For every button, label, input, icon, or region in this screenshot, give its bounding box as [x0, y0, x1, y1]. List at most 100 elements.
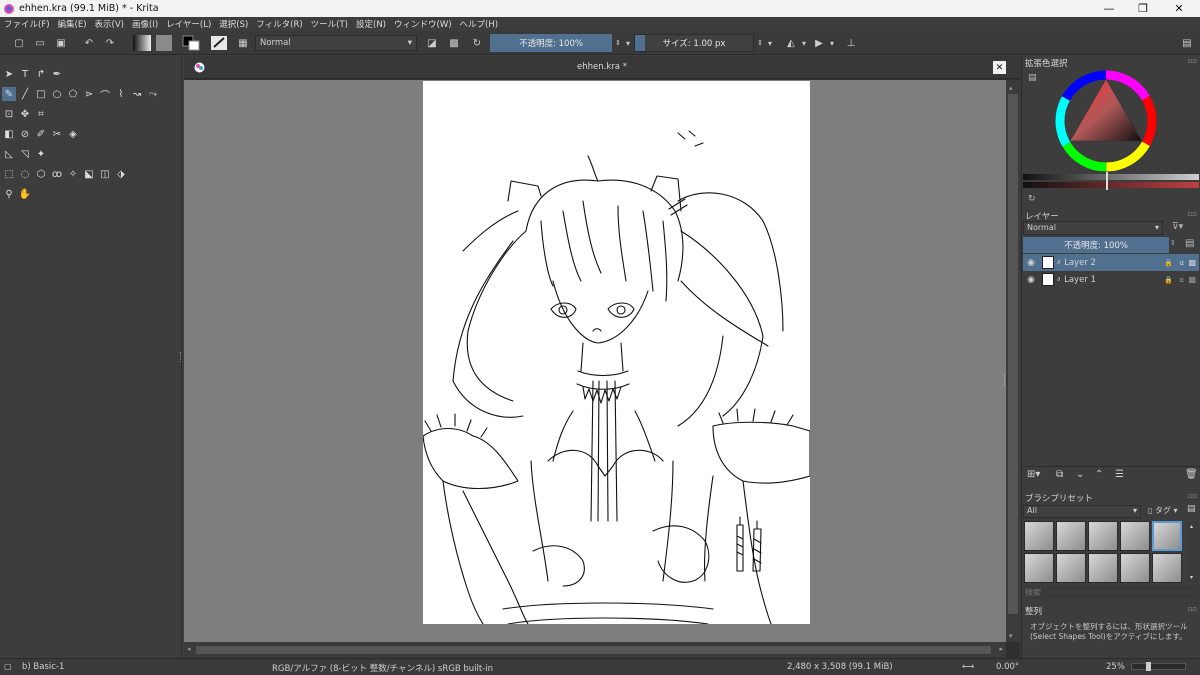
move-tool-icon[interactable]: ✥: [18, 107, 32, 121]
size-slider[interactable]: サイズ: 1.00 px: [634, 34, 754, 52]
eraser-icon[interactable]: ◪: [425, 35, 439, 51]
brush-preset-sketch[interactable]: [1120, 553, 1150, 583]
brush-preset-pen[interactable]: [1056, 521, 1086, 551]
rectangular-selection-tool-icon[interactable]: ⬚: [2, 167, 16, 181]
zoom-slider-handle[interactable]: [1146, 662, 1151, 671]
zoom-tool-icon[interactable]: ⚲: [2, 187, 16, 201]
layer-name[interactable]: Layer 2: [1064, 258, 1096, 268]
menu-tools[interactable]: ツール(T): [311, 18, 348, 30]
layer-name[interactable]: Layer 1: [1064, 275, 1096, 285]
assistant-tool-icon[interactable]: ◺: [2, 147, 16, 161]
new-document-icon[interactable]: ▢: [12, 35, 26, 51]
redo-icon[interactable]: ↷: [103, 35, 117, 51]
gradient-tool-icon[interactable]: ◧: [2, 127, 16, 141]
maximize-button[interactable]: ❐: [1126, 0, 1160, 17]
brush-preset-airbrush[interactable]: [1024, 521, 1054, 551]
layer-opacity-slider[interactable]: 不透明度: 100%: [1023, 237, 1169, 253]
undo-icon[interactable]: ↶: [82, 35, 96, 51]
document-tab-title[interactable]: ehhen.kra *: [184, 62, 1020, 72]
opacity-slider[interactable]: 不透明度: 100%: [490, 34, 612, 52]
brush-preset-icon[interactable]: [210, 35, 228, 51]
bezier-selection-tool-icon[interactable]: ◫: [98, 167, 112, 181]
zoom-slider[interactable]: [1131, 662, 1186, 671]
gradient-swatch[interactable]: [133, 35, 151, 51]
select-shapes-tool-icon[interactable]: ➤: [2, 67, 16, 81]
vertical-scroll-thumb[interactable]: [1008, 94, 1018, 614]
minimize-button[interactable]: —: [1092, 0, 1126, 17]
tool-options-icon[interactable]: ▤: [1180, 35, 1194, 51]
layers-docker-controls[interactable]: ▫▫: [1188, 210, 1198, 218]
color-history-icon[interactable]: ↻: [1028, 194, 1036, 204]
menu-settings[interactable]: 設定(N): [356, 18, 386, 30]
horizontal-scrollbar[interactable]: ◂ ▸: [184, 642, 1006, 658]
grid-icon[interactable]: ▦: [235, 35, 251, 51]
scroll-up-icon[interactable]: ▴: [1190, 523, 1193, 530]
open-folder-icon[interactable]: ▭: [33, 35, 47, 51]
color-wheel[interactable]: [1052, 67, 1160, 175]
scroll-left-icon[interactable]: ◂: [187, 645, 191, 653]
color-docker-controls[interactable]: ▫▫: [1188, 57, 1198, 65]
color-sampler-tool-icon[interactable]: ⊘: [18, 127, 32, 141]
contiguous-selection-tool-icon[interactable]: ✧: [66, 167, 80, 181]
alpha-lock-icon[interactable]: ▩: [447, 35, 461, 51]
colorize-mask-tool-icon[interactable]: ✐: [34, 127, 48, 141]
ellipse-tool-icon[interactable]: ○: [50, 87, 64, 101]
fill-tool-icon[interactable]: ◈: [66, 127, 80, 141]
drawing-canvas[interactable]: [422, 81, 811, 625]
brush-preset-soft[interactable]: [1088, 521, 1118, 551]
layer-blend-mode-select[interactable]: Normal ▾: [1023, 221, 1163, 235]
toolbox-splitter-handle[interactable]: [180, 352, 182, 362]
lock-icon[interactable]: 🔒: [1164, 276, 1173, 284]
blend-mode-select[interactable]: Normal ▾: [255, 35, 417, 51]
menu-edit[interactable]: 編集(E): [58, 18, 87, 30]
line-tool-icon[interactable]: ╱: [18, 87, 32, 101]
add-layer-icon[interactable]: ⊞▾: [1027, 469, 1040, 480]
pattern-swatch[interactable]: [156, 35, 172, 51]
save-icon[interactable]: ▣: [54, 35, 68, 51]
mirror-vertical-chevron-icon[interactable]: ▾: [828, 35, 836, 51]
brush-preset-brush[interactable]: [1056, 553, 1086, 583]
opacity-stepper[interactable]: ⇕: [613, 35, 623, 51]
layer-opacity-stepper[interactable]: ⇕: [1170, 239, 1176, 247]
menu-layer[interactable]: レイヤー(L): [166, 18, 211, 30]
duplicate-layer-icon[interactable]: ⧉: [1056, 469, 1063, 480]
smart-patch-tool-icon[interactable]: ✂: [50, 127, 64, 141]
multibrush-tool-icon[interactable]: ⤳: [146, 87, 160, 101]
brush-preset-basic-selected[interactable]: [1152, 521, 1182, 551]
alpha-inherit-icon[interactable]: α: [1179, 276, 1184, 284]
scroll-up-icon[interactable]: ▴: [1009, 84, 1013, 92]
size-menu-chevron-icon[interactable]: ▾: [766, 35, 774, 51]
edit-shapes-tool-icon[interactable]: ↱: [34, 67, 48, 81]
brush-presets-menu-icon[interactable]: ▤: [1187, 504, 1196, 514]
menu-help[interactable]: ヘルプ(H): [460, 18, 499, 30]
move-layer-up-icon[interactable]: ⌃: [1095, 469, 1103, 480]
arrange-docker-controls[interactable]: ▫▫: [1188, 605, 1198, 613]
brush-presets-scrollbar[interactable]: ▴ ▾: [1187, 521, 1199, 583]
scroll-down-icon[interactable]: ▾: [1190, 574, 1193, 581]
brush-search-input[interactable]: [1023, 585, 1199, 599]
polyline-tool-icon[interactable]: ⋗: [82, 87, 96, 101]
alpha-lock-icon[interactable]: ▩: [1188, 275, 1196, 284]
rotation-value[interactable]: 0.00°: [996, 662, 1019, 672]
vertical-scrollbar[interactable]: ▴ ▾: [1006, 80, 1020, 642]
brush-preset-marker[interactable]: [1024, 553, 1054, 583]
menu-view[interactable]: 表示(V): [95, 18, 124, 30]
dynamic-brush-tool-icon[interactable]: ↝: [130, 87, 144, 101]
brush-presets-controls[interactable]: ▫▫: [1188, 492, 1198, 500]
brush-preset-pencil[interactable]: [1152, 553, 1182, 583]
measure-tool-icon[interactable]: ◹: [18, 147, 32, 161]
freehand-path-tool-icon[interactable]: ⌇: [114, 87, 128, 101]
magnetic-selection-tool-icon[interactable]: ⬗: [114, 167, 128, 181]
reference-images-tool-icon[interactable]: ✦: [34, 147, 48, 161]
delete-layer-icon[interactable]: 🗑: [1185, 469, 1198, 480]
layer-properties-icon[interactable]: ▤: [1185, 238, 1194, 249]
freehand-brush-tool-icon[interactable]: ✎: [2, 87, 16, 101]
menu-image[interactable]: 画像(I): [132, 18, 158, 30]
visibility-eye-icon[interactable]: ◉: [1023, 258, 1039, 268]
transform-tool-icon[interactable]: ⊡: [2, 107, 16, 121]
mirror-horizontal-icon[interactable]: ◭: [783, 35, 799, 51]
mirror-vertical-icon[interactable]: ▶: [811, 35, 827, 51]
bezier-tool-icon[interactable]: ⌒: [98, 87, 112, 102]
zoom-value[interactable]: 25%: [1106, 662, 1125, 672]
layer-row-layer-2[interactable]: ◉ ∂ Layer 2 🔒 α ▩: [1023, 254, 1199, 271]
